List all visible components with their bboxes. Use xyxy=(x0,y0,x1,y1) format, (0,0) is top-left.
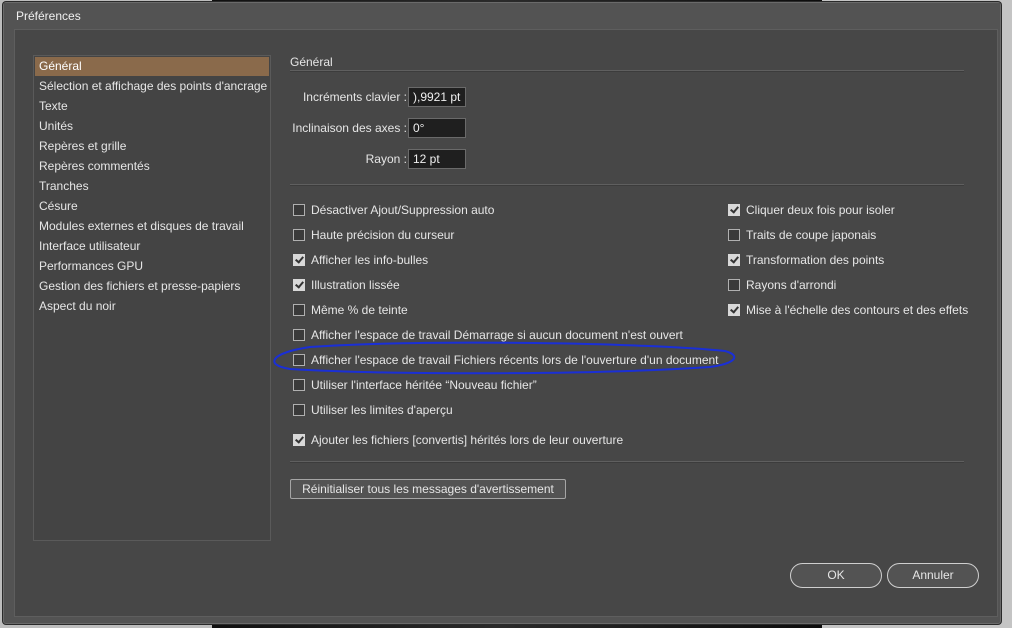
checkbox-label: Afficher l'espace de travail Démarrage s… xyxy=(311,328,683,342)
checkbox-preview-bounds[interactable]: Utiliser les limites d'aperçu xyxy=(293,402,453,418)
checkbox-box[interactable] xyxy=(728,279,740,291)
checkbox-precise-cursors[interactable]: Haute précision du curseur xyxy=(293,227,454,243)
sidebar-item-black-appearance[interactable]: Aspect du noir xyxy=(35,297,269,316)
checkbox-recent-files-workspace[interactable]: Afficher l'espace de travail Fichiers ré… xyxy=(293,352,719,368)
checkbox-box[interactable] xyxy=(293,434,305,446)
checkbox-box[interactable] xyxy=(293,354,305,366)
sidebar-item-hyphenation[interactable]: Césure xyxy=(35,197,269,216)
checkbox-box[interactable] xyxy=(293,254,305,266)
checkbox-japanese-crop-marks[interactable]: Traits de coupe japonais xyxy=(728,227,876,243)
sidebar-item-plugins-scratch[interactable]: Modules externes et disques de travail xyxy=(35,217,269,236)
checkbox-transform-pattern[interactable]: Transformation des points xyxy=(728,252,884,268)
checkbox-scale-corners[interactable]: Rayons d'arrondi xyxy=(728,277,836,293)
checkbox-legacy-new-file[interactable]: Utiliser l'interface héritée “Nouveau fi… xyxy=(293,377,537,393)
checkbox-double-click-isolate[interactable]: Cliquer deux fois pour isoler xyxy=(728,202,895,218)
checkbox-label: Traits de coupe japonais xyxy=(746,228,877,242)
window-title: Préférences xyxy=(16,9,81,23)
sidebar-item-text[interactable]: Texte xyxy=(35,97,269,116)
checkbox-label: Transformation des points xyxy=(746,253,885,267)
title-bar[interactable]: Préférences xyxy=(4,3,1000,28)
checkbox-label: Ajouter les fichiers [convertis] hérités… xyxy=(311,433,624,447)
checkbox-box[interactable] xyxy=(293,329,305,341)
rayon-label: Rayon : xyxy=(365,152,407,166)
checkbox-label: Haute précision du curseur xyxy=(311,228,455,242)
checkbox-label: Utiliser l'interface héritée “Nouveau fi… xyxy=(311,378,537,392)
checkbox-box[interactable] xyxy=(293,304,305,316)
checkbox-scale-strokes-effects[interactable]: Mise à l'échelle des contours et des eff… xyxy=(728,302,968,318)
divider xyxy=(290,184,964,186)
checkbox-label: Même % de teinte xyxy=(311,303,408,317)
inclinaison-label: Inclinaison des axes : xyxy=(292,121,407,135)
checkbox-show-tooltips[interactable]: Afficher les info-bulles xyxy=(293,252,428,268)
sidebar-item-anchor-points[interactable]: Sélection et affichage des points d'ancr… xyxy=(35,77,269,96)
checkbox-box[interactable] xyxy=(728,204,740,216)
checkbox-box[interactable] xyxy=(293,229,305,241)
checkbox-start-workspace[interactable]: Afficher l'espace de travail Démarrage s… xyxy=(293,327,683,343)
preferences-dialog: Préférences Général Sélection et afficha… xyxy=(3,2,1001,624)
divider xyxy=(290,70,964,72)
rayon-input[interactable]: 12 pt xyxy=(408,149,466,169)
checkbox-label: Illustration lissée xyxy=(311,278,400,292)
checkbox-label: Cliquer deux fois pour isoler xyxy=(746,203,895,217)
checkbox-label: Mise à l'échelle des contours et des eff… xyxy=(746,303,969,317)
sidebar-item-smart-guides[interactable]: Repères commentés xyxy=(35,157,269,176)
checkbox-box[interactable] xyxy=(293,279,305,291)
checkbox-label: Rayons d'arrondi xyxy=(746,278,837,292)
sidebar-item-user-interface[interactable]: Interface utilisateur xyxy=(35,237,269,256)
category-list: Général Sélection et affichage des point… xyxy=(33,55,271,541)
checkbox-box[interactable] xyxy=(728,229,740,241)
checkbox-box[interactable] xyxy=(728,254,740,266)
sidebar-item-file-handling[interactable]: Gestion des fichiers et presse-papiers xyxy=(35,277,269,296)
checkbox-box[interactable] xyxy=(293,379,305,391)
increments-label: Incréments clavier : xyxy=(302,90,407,104)
sidebar-item-units[interactable]: Unités xyxy=(35,117,269,136)
checkbox-anti-aliased[interactable]: Illustration lissée xyxy=(293,277,400,293)
checkbox-box[interactable] xyxy=(293,404,305,416)
ok-button[interactable]: OK xyxy=(790,563,882,588)
sidebar-item-guides-grid[interactable]: Repères et grille xyxy=(35,137,269,156)
checkbox-same-tint[interactable]: Même % de teinte xyxy=(293,302,408,318)
increments-input[interactable]: ),9921 pt xyxy=(408,87,466,107)
checkbox-label: Désactiver Ajout/Suppression auto xyxy=(311,203,495,217)
section-title: Général xyxy=(290,55,333,69)
checkbox-label: Afficher les info-bulles xyxy=(311,253,429,267)
inclinaison-input[interactable]: 0° xyxy=(408,118,466,138)
checkbox-box[interactable] xyxy=(293,204,305,216)
checkbox-append-converted[interactable]: Ajouter les fichiers [convertis] hérités… xyxy=(293,432,623,448)
checkbox-box[interactable] xyxy=(728,304,740,316)
sidebar-item-general[interactable]: Général xyxy=(35,57,269,76)
checkbox-label: Utiliser les limites d'aperçu xyxy=(311,403,453,417)
sidebar-item-slices[interactable]: Tranches xyxy=(35,177,269,196)
reset-warnings-button[interactable]: Réinitialiser tous les messages d'averti… xyxy=(290,479,566,499)
divider xyxy=(290,461,964,463)
cancel-button[interactable]: Annuler xyxy=(887,563,979,588)
checkbox-label: Afficher l'espace de travail Fichiers ré… xyxy=(311,353,719,367)
sidebar-item-gpu-performance[interactable]: Performances GPU xyxy=(35,257,269,276)
dialog-content: Général Sélection et affichage des point… xyxy=(14,29,998,617)
checkbox-disable-auto-add-delete[interactable]: Désactiver Ajout/Suppression auto xyxy=(293,202,494,218)
